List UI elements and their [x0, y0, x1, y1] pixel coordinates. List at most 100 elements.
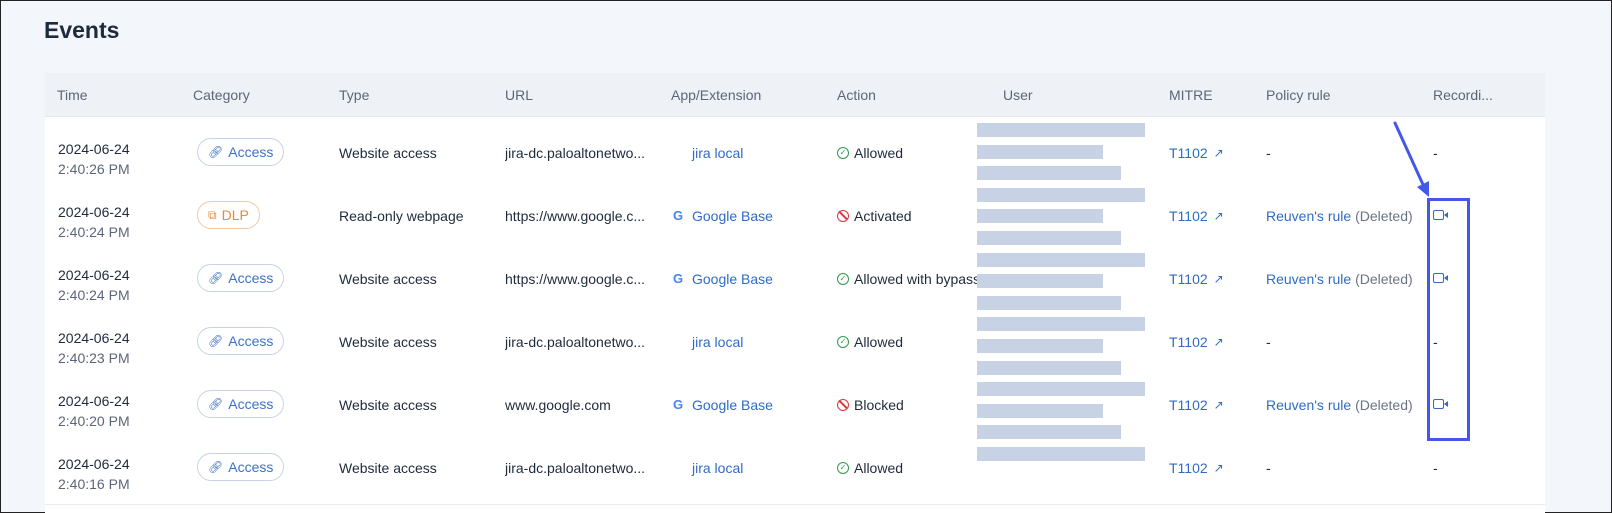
category-label: Access	[228, 333, 274, 349]
table-row[interactable]: 2024-06-24 2:40:23 PM 🔗︎ Access Website …	[45, 314, 1545, 379]
table-row[interactable]: 2024-06-24 2:40:20 PM 🔗︎ Access Website …	[45, 377, 1545, 442]
mitre-id[interactable]: T1102	[1169, 397, 1208, 413]
table-row[interactable]: 2024-06-24 2:40:26 PM 🔗︎ Access Website …	[45, 125, 1545, 190]
time-cell: 2024-06-24 2:40:16 PM	[58, 454, 130, 494]
redaction-bar	[977, 252, 1145, 267]
app-link[interactable]: jira local	[692, 145, 743, 161]
external-link-icon[interactable]: ↗	[1214, 209, 1224, 223]
screenshot-frame: Events Time Category Type URL App/Extens…	[0, 0, 1612, 513]
time-cell: 2024-06-24 2:40:23 PM	[58, 328, 130, 368]
event-time: 2:40:23 PM	[58, 350, 130, 366]
page-title: Events	[44, 17, 120, 43]
app-link[interactable]: Google Base	[692, 271, 773, 287]
mitre-id[interactable]: T1102	[1169, 334, 1208, 350]
external-link-icon[interactable]: ↗	[1214, 398, 1224, 412]
redaction-bar	[977, 360, 1121, 375]
app-link[interactable]: Google Base	[692, 208, 773, 224]
event-date: 2024-06-24	[58, 393, 130, 409]
mitre-link[interactable]: T1102 ↗	[1169, 208, 1224, 224]
mitre-id[interactable]: T1102	[1169, 208, 1208, 224]
action-label: Allowed	[854, 145, 904, 161]
category-chip[interactable]: 🔗︎ Access	[197, 327, 285, 355]
app-cell[interactable]: jira local	[671, 334, 743, 350]
app-cell[interactable]: G Google Base	[671, 271, 773, 287]
app-link[interactable]: Google Base	[692, 397, 773, 413]
policy-deleted-label: (Deleted)	[1355, 208, 1413, 224]
action-cell: Blocked	[837, 397, 904, 413]
url-cell: https://www.google.c...	[505, 271, 646, 287]
copy-icon: ⧉	[208, 207, 217, 222]
mitre-link[interactable]: T1102 ↗	[1169, 397, 1224, 413]
column-header-mitre[interactable]: MITRE	[1169, 87, 1213, 103]
action-cell: ✓ Allowed	[837, 460, 903, 476]
link-icon: 🔗︎	[208, 460, 224, 474]
recording-cell: -	[1433, 460, 1438, 476]
event-date: 2024-06-24	[58, 141, 130, 157]
table-row[interactable]: 2024-06-24 2:40:16 PM 🔗︎ Access Website …	[45, 440, 1545, 505]
google-icon: G	[672, 208, 684, 223]
mitre-link[interactable]: T1102 ↗	[1169, 271, 1224, 287]
category-chip[interactable]: 🔗︎ Access	[197, 264, 285, 292]
check-circle-icon: ✓	[837, 273, 849, 285]
link-icon: 🔗︎	[208, 334, 224, 348]
redaction-bar	[977, 382, 1145, 397]
column-header-url[interactable]: URL	[505, 87, 533, 103]
mitre-id[interactable]: T1102	[1169, 460, 1208, 476]
policy-rule-link[interactable]: Reuven's rule	[1266, 397, 1351, 413]
category-label: Access	[228, 144, 274, 160]
policy-rule-link[interactable]: Reuven's rule	[1266, 271, 1351, 287]
event-time: 2:40:26 PM	[58, 161, 130, 177]
app-cell[interactable]: G Google Base	[671, 397, 773, 413]
policy-cell: Reuven's rule (Deleted)	[1266, 208, 1413, 224]
type-cell: Website access	[339, 145, 437, 161]
action-label: Allowed	[854, 334, 904, 350]
category-label: Access	[228, 459, 274, 475]
mitre-link[interactable]: T1102 ↗	[1169, 334, 1224, 350]
user-redaction	[977, 123, 1147, 473]
mitre-link[interactable]: T1102 ↗	[1169, 145, 1224, 161]
recording-empty: -	[1433, 460, 1438, 476]
external-link-icon[interactable]: ↗	[1214, 461, 1224, 475]
category-chip[interactable]: 🔗︎ Access	[197, 453, 285, 481]
event-date: 2024-06-24	[58, 204, 130, 220]
column-header-category[interactable]: Category	[193, 87, 250, 103]
type-cell: Website access	[339, 460, 437, 476]
policy-deleted-label: (Deleted)	[1355, 397, 1413, 413]
event-date: 2024-06-24	[58, 330, 130, 346]
table-row[interactable]: 2024-06-24 2:40:24 PM 🔗︎ Access Website …	[45, 251, 1545, 316]
app-cell[interactable]: jira local	[671, 460, 743, 476]
url-cell: jira-dc.paloaltonetwo...	[505, 460, 646, 476]
external-link-icon[interactable]: ↗	[1214, 146, 1224, 160]
link-icon: 🔗︎	[208, 397, 224, 411]
app-cell[interactable]: jira local	[671, 145, 743, 161]
external-link-icon[interactable]: ↗	[1214, 272, 1224, 286]
check-circle-icon: ✓	[837, 462, 849, 474]
event-time: 2:40:24 PM	[58, 287, 130, 303]
app-cell[interactable]: G Google Base	[671, 208, 773, 224]
column-header-time[interactable]: Time	[57, 87, 88, 103]
column-header-type[interactable]: Type	[339, 87, 369, 103]
annotation-arrow	[1393, 121, 1429, 197]
redaction-bar	[977, 274, 1103, 289]
column-header-policy-rule[interactable]: Policy rule	[1266, 87, 1331, 103]
app-link[interactable]: jira local	[692, 334, 743, 350]
policy-cell: -	[1266, 460, 1271, 476]
category-chip[interactable]: ⧉ DLP	[197, 201, 260, 229]
policy-rule-link[interactable]: Reuven's rule	[1266, 208, 1351, 224]
category-chip[interactable]: 🔗︎ Access	[197, 138, 285, 166]
column-header-recording[interactable]: Recordi...	[1433, 87, 1493, 103]
external-link-icon[interactable]: ↗	[1214, 335, 1224, 349]
mitre-id[interactable]: T1102	[1169, 145, 1208, 161]
category-chip[interactable]: 🔗︎ Access	[197, 390, 285, 418]
policy-cell: -	[1266, 334, 1271, 350]
column-header-user[interactable]: User	[1003, 87, 1033, 103]
column-header-action[interactable]: Action	[837, 87, 876, 103]
google-icon: G	[672, 271, 684, 286]
table-row[interactable]: 2024-06-24 2:40:24 PM ⧉ DLP Read-only we…	[45, 188, 1545, 253]
column-header-app[interactable]: App/Extension	[671, 87, 761, 103]
mitre-link[interactable]: T1102 ↗	[1169, 460, 1224, 476]
url-cell: www.google.com	[505, 397, 611, 413]
mitre-id[interactable]: T1102	[1169, 271, 1208, 287]
app-link[interactable]: jira local	[692, 460, 743, 476]
policy-cell: Reuven's rule (Deleted)	[1266, 271, 1413, 287]
